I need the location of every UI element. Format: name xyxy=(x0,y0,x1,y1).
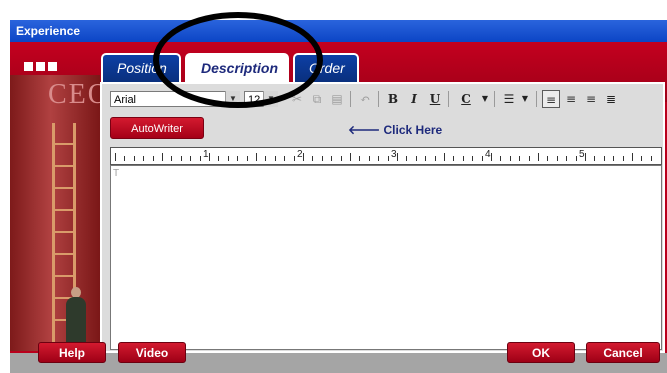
ruler-tick xyxy=(415,156,417,161)
ruler-tick xyxy=(397,153,398,161)
window-title: Experience xyxy=(10,20,667,42)
ruler-tick xyxy=(641,156,643,161)
menu-icon[interactable] xyxy=(24,62,57,71)
cancel-button[interactable]: Cancel xyxy=(586,342,660,363)
ruler-tick xyxy=(340,156,342,161)
ruler-tick xyxy=(162,153,163,161)
ruler-tick xyxy=(566,156,568,161)
ruler-tick xyxy=(509,156,511,161)
ruler-tick xyxy=(180,156,182,161)
ruler-tick xyxy=(115,153,116,161)
align-left-icon[interactable]: ≡ xyxy=(542,90,560,108)
ruler-tick xyxy=(368,156,370,161)
click-here-text: Click Here xyxy=(383,123,443,137)
ruler-tick xyxy=(246,156,248,161)
undo-icon[interactable]: ↶ xyxy=(356,90,374,108)
underline-button[interactable]: U xyxy=(426,90,444,108)
ruler-tick xyxy=(265,156,267,161)
font-color-button[interactable]: C xyxy=(454,90,478,108)
ceo-poster-image: CEO xyxy=(10,75,100,351)
paste-icon[interactable]: ▤ xyxy=(328,90,346,108)
ruler-tick xyxy=(124,156,126,161)
ruler-number: 4 xyxy=(485,149,491,160)
ruler-tick xyxy=(603,156,605,161)
ruler-tick xyxy=(331,156,333,161)
ruler-tick xyxy=(227,156,229,161)
description-editor: Arial ▼ 12 ▼ ✂ ⧉ ▤ ↶ B I U C ▼ ☰ ▼ ≡ ≡ ≡… xyxy=(100,82,665,353)
ruler-tick xyxy=(547,156,549,161)
video-button[interactable]: Video xyxy=(118,342,186,363)
copy-icon[interactable]: ⧉ xyxy=(308,90,326,108)
ruler-tick xyxy=(256,153,257,161)
ruler-tick xyxy=(481,156,483,161)
italic-button[interactable]: I xyxy=(405,90,423,108)
ruler-tick xyxy=(538,153,539,161)
ruler-number: 1 xyxy=(203,149,209,160)
ruler-tick xyxy=(519,156,521,161)
ruler-tick xyxy=(444,153,445,161)
ruler-tick xyxy=(632,153,633,161)
ruler-tick xyxy=(152,156,154,161)
ruler-number: 2 xyxy=(297,149,303,160)
ruler-tick xyxy=(378,156,380,161)
bold-button[interactable]: B xyxy=(384,90,402,108)
ruler-tick xyxy=(133,156,135,161)
help-button[interactable]: Help xyxy=(38,342,106,363)
ruler-tick xyxy=(321,156,323,161)
chevron-down-icon[interactable]: ▼ xyxy=(476,90,494,108)
click-here-hint: 🡐 Click Here xyxy=(348,122,442,137)
ruler[interactable]: 1 2 3 4 5 xyxy=(110,147,662,165)
ruler-tick xyxy=(284,156,286,161)
ruler-tick xyxy=(190,156,192,161)
ruler-tick xyxy=(528,156,530,161)
placeholder-marker: T xyxy=(113,168,120,179)
arrow-left-icon: 🡐 xyxy=(348,123,384,137)
highlight-circle-annotation xyxy=(153,12,323,108)
align-right-icon[interactable]: ≡ xyxy=(582,90,600,108)
ruler-tick xyxy=(650,156,652,161)
ruler-tick xyxy=(237,156,239,161)
ruler-tick xyxy=(462,156,464,161)
align-center-icon[interactable]: ≡ xyxy=(562,90,580,108)
ruler-tick xyxy=(453,156,455,161)
ruler-tick xyxy=(594,156,596,161)
ruler-tick xyxy=(472,156,474,161)
ruler-number: 5 xyxy=(579,149,585,160)
ruler-tick xyxy=(425,156,427,161)
ruler-tick xyxy=(585,153,586,161)
ruler-tick xyxy=(274,156,276,161)
ok-button[interactable]: OK xyxy=(507,342,575,363)
ruler-tick xyxy=(350,153,351,161)
ruler-tick xyxy=(303,153,304,161)
ruler-tick xyxy=(359,156,361,161)
ruler-tick xyxy=(209,153,210,161)
ruler-tick xyxy=(500,156,502,161)
ruler-tick xyxy=(613,156,615,161)
ruler-number: 3 xyxy=(391,149,397,160)
ruler-tick xyxy=(312,156,314,161)
ruler-tick xyxy=(491,153,492,161)
ruler-tick xyxy=(143,156,145,161)
chevron-down-icon[interactable]: ▼ xyxy=(516,90,534,108)
ruler-tick xyxy=(434,156,436,161)
ruler-tick xyxy=(199,156,201,161)
ruler-tick xyxy=(218,156,220,161)
description-text-area[interactable]: T xyxy=(110,165,662,350)
ruler-tick xyxy=(575,156,577,161)
align-justify-icon[interactable]: ≣ xyxy=(602,90,620,108)
ruler-tick xyxy=(556,156,558,161)
font-select-value: Arial xyxy=(114,94,137,106)
ruler-tick xyxy=(293,156,295,161)
ruler-tick xyxy=(387,156,389,161)
ruler-tick xyxy=(406,156,408,161)
poster-text: CEO xyxy=(48,79,100,110)
experience-window: Experience CEO Position Description Orde… xyxy=(10,20,667,373)
autowriter-button[interactable]: AutoWriter xyxy=(110,117,204,139)
ruler-tick xyxy=(622,156,624,161)
ruler-tick xyxy=(171,156,173,161)
